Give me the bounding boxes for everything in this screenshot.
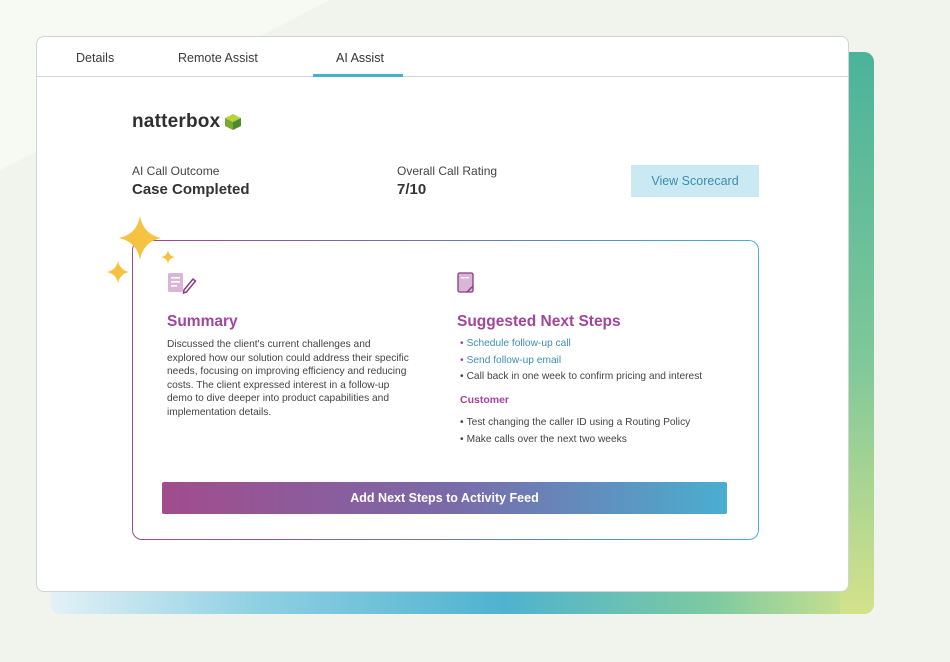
document-icon — [457, 272, 474, 293]
next-steps-title: Suggested Next Steps — [457, 313, 621, 330]
outcome-value: Case Completed — [132, 181, 250, 198]
list-item[interactable]: • Send follow-up email — [460, 353, 740, 370]
view-scorecard-button[interactable]: View Scorecard — [631, 165, 759, 197]
step-schedule-call-link[interactable]: Schedule follow-up call — [467, 338, 571, 349]
list-item[interactable]: • Schedule follow-up call — [460, 336, 740, 353]
active-tab-indicator — [313, 74, 403, 77]
rating-value: 7/10 — [397, 181, 427, 198]
tab-bar: Details Remote Assist AI Assist — [37, 37, 848, 77]
customer-step-text: Make calls over the next two weeks — [466, 433, 627, 445]
notepad-pen-icon — [168, 273, 197, 294]
rating-label: Overall Call Rating — [397, 164, 498, 178]
step-send-email-link[interactable]: Send follow-up email — [467, 355, 562, 366]
customer-label: Customer — [460, 394, 510, 406]
natterbox-logo: natterbox — [132, 111, 242, 133]
customer-step-text: Test changing the caller ID using a Rout… — [466, 417, 691, 428]
step-call-back-text: Call back in one week to confirm pricing… — [466, 371, 703, 382]
tab-details[interactable]: Details — [76, 51, 114, 65]
tab-remote-assist[interactable]: Remote Assist — [178, 51, 258, 65]
list-item: • Make calls over the next two weeks — [460, 433, 627, 445]
outcome-label: AI Call Outcome — [132, 164, 220, 178]
summary-text: Discussed the client's current challenge… — [167, 339, 409, 418]
customer-steps-list: • Test changing the caller ID using a Rou… — [460, 415, 740, 448]
logo-text: natterbox — [132, 111, 221, 132]
list-item: • Call back in one week to confirm pricin… — [460, 371, 703, 382]
list-item: • Test changing the caller ID using a Rou… — [460, 417, 691, 428]
call-panel-window: Details Remote Assist AI Assist natterbo… — [36, 36, 849, 592]
cube-logo-icon — [225, 114, 242, 130]
next-steps-list: • Schedule follow-up call • Send follow-up… — [460, 336, 740, 386]
summary-title: Summary — [167, 313, 238, 330]
add-next-steps-button[interactable]: Add Next Steps to Activity Feed — [162, 482, 727, 514]
ai-insights-card: Summary Discussed the client's current c… — [132, 240, 759, 540]
tab-ai-assist[interactable]: AI Assist — [336, 51, 384, 65]
